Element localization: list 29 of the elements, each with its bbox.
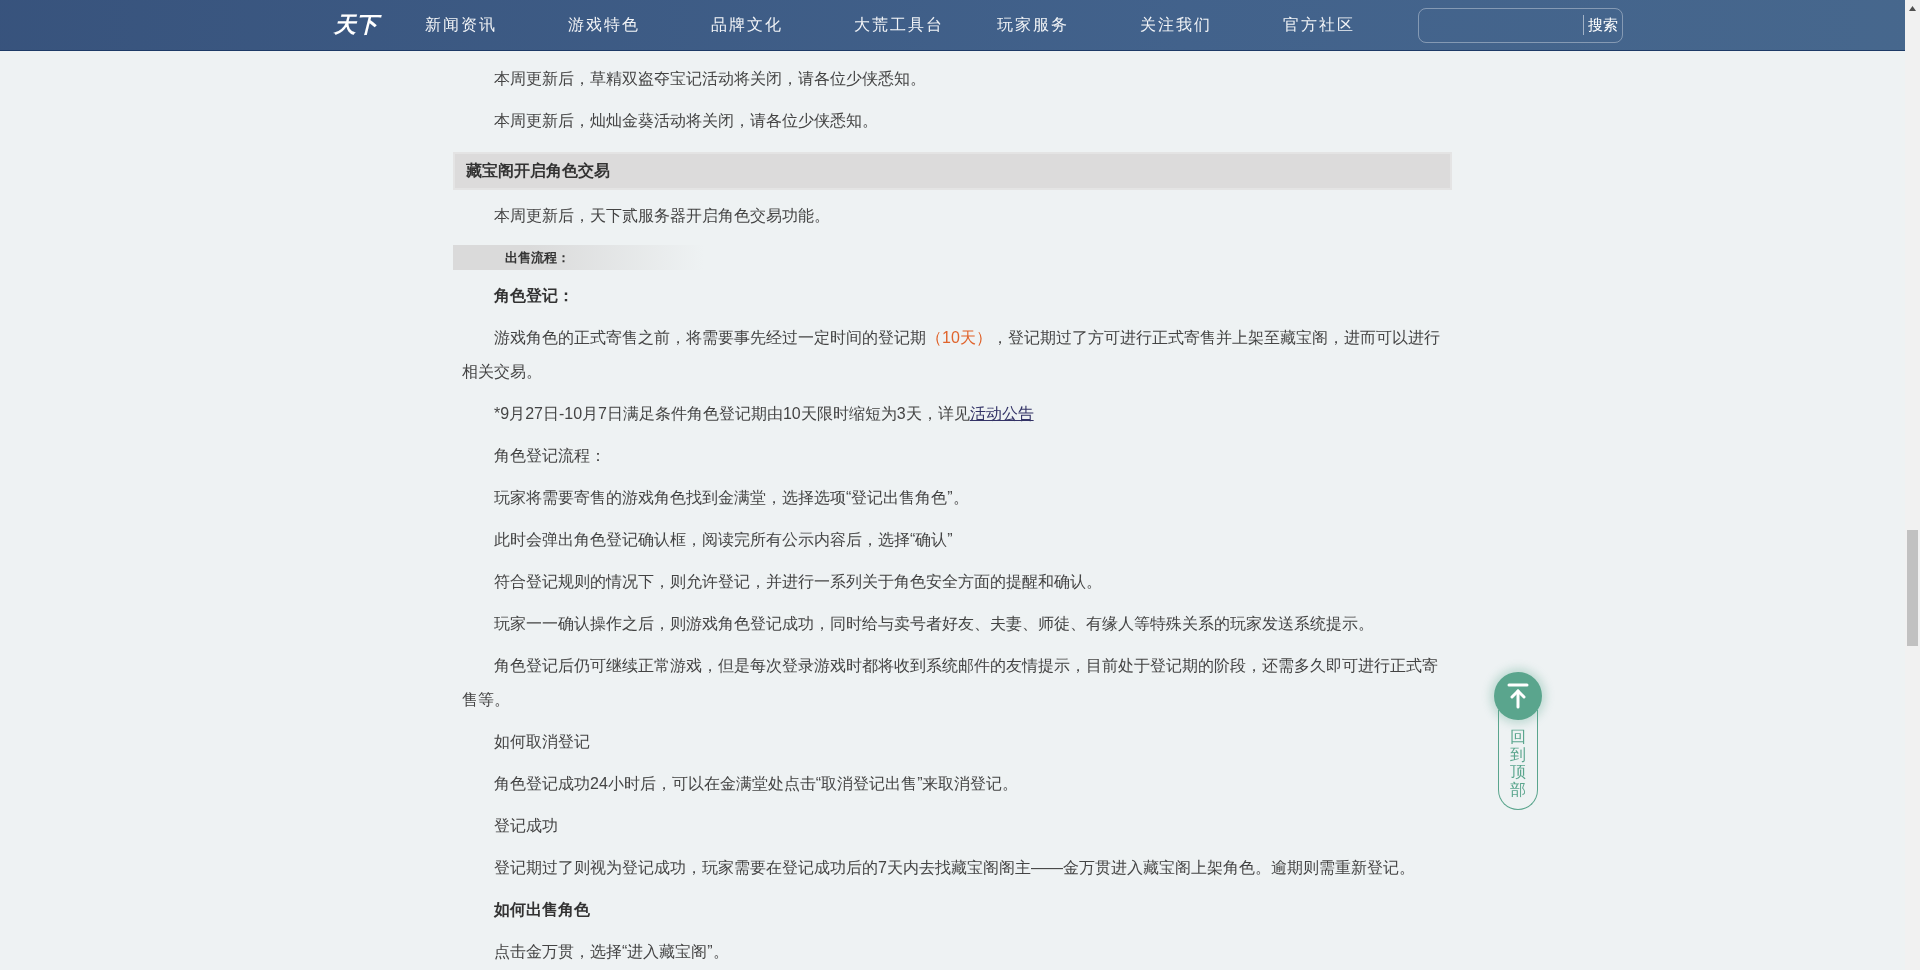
logo[interactable]: 天下 [331, 7, 381, 43]
paragraph: *9月27日-10月7日满足条件角色登记期由10天限时缩短为3天，详见活动公告 [493, 404, 1035, 424]
paragraph: 符合登记规则的情况下，则允许登记，并进行一系列关于角色安全方面的提醒和确认。 [493, 572, 1103, 592]
paragraph: 玩家一一确认操作之后，则游戏角色登记成功，同时给与卖号者好友、夫妻、师徒、有缘人等特殊关系的玩家发送系统提示。 [493, 614, 1375, 634]
paragraph: 本周更新后，天下贰服务器开启角色交易功能。 [493, 206, 831, 226]
search-field[interactable]: 搜索 [1418, 7, 1623, 43]
search-button[interactable]: 搜索 [1583, 15, 1622, 35]
paragraph: 此时会弹出角色登记确认框，阅读完所有公示内容后，选择“确认” [493, 530, 954, 550]
paragraph: 玩家将需要寄售的游戏角色找到金满堂，选择选项“登记出售角色”。 [493, 488, 970, 508]
nav-link[interactable]: 品牌文化 [711, 14, 854, 36]
announcement-link[interactable]: 活动公告 [969, 405, 1034, 422]
bold-heading: 角色登记： [493, 286, 575, 306]
section-heading: 藏宝阁开启角色交易 [453, 152, 1452, 190]
paragraph: 登记期过了则视为登记成功，玩家需要在登记成功后的7天内去找藏宝阁阁主——金万贯进入藏宝阁上架角色。逾期则需重新登记。 [493, 858, 1416, 878]
nav-link[interactable]: 新闻资讯 [425, 14, 568, 36]
paragraph: 角色登记流程： [493, 446, 607, 466]
bold-heading: 如何出售角色 [493, 900, 591, 920]
paragraph: 本周更新后，草精双盗夺宝记活动将关闭，请各位少侠悉知。 [493, 69, 927, 89]
paragraph: 登记成功 [493, 816, 559, 836]
nav-link[interactable]: 游戏特色 [568, 14, 711, 36]
paragraph: 角色登记成功24小时后，可以在金满堂处点击“取消登记出售”来取消登记。 [493, 774, 1020, 794]
nav-link[interactable]: 关注我们 [1140, 14, 1283, 36]
paragraph: 游戏角色的正式寄售之前，将需要事先经过一定时间的登记期（10天），登记期过了方可进行正式寄售并上架至藏宝阁，进而可以进行相关交易。 [461, 328, 1441, 382]
paragraph: 如何取消登记 [493, 732, 591, 752]
paragraph: 角色登记后仍可继续正常游戏，但是每次登录游戏时都将收到系统邮件的友情提示，目前处于登记期的阶段，还需多久即可进行正式寄售等。 [461, 656, 1439, 710]
nav-link[interactable]: 大荒工具台 [854, 14, 997, 36]
nav-link[interactable]: 玩家服务 [997, 14, 1140, 36]
paragraph: 点击金万贯，选择“进入藏宝阁”。 [493, 942, 730, 962]
paragraph: 本周更新后，灿灿金葵活动将关闭，请各位少侠悉知。 [493, 111, 879, 131]
